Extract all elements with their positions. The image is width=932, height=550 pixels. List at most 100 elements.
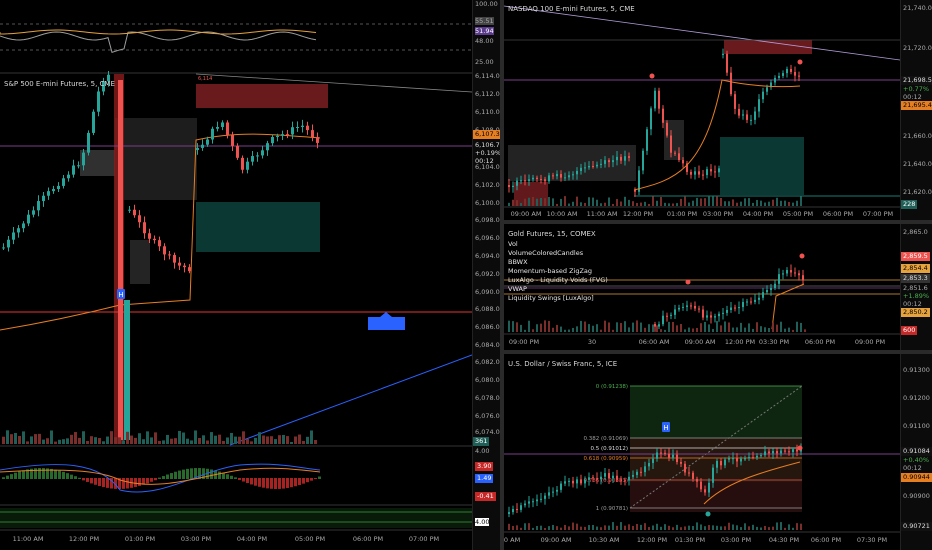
horizontal-pane-divider[interactable] [504, 220, 932, 224]
gc-candle [758, 297, 760, 300]
usdchf-chart-pane[interactable]: 0 (0.91238) 0.382 (0.91069) 0.5 (0.91012) 0… [504, 354, 900, 550]
horizontal-pane-divider[interactable] [504, 350, 932, 354]
sp-candle [236, 145, 239, 158]
nq-candle [654, 90, 656, 109]
nq-candle [628, 156, 630, 158]
nq-candle [798, 75, 800, 77]
price-axis-label: 21,640.00 [903, 160, 932, 168]
trend-line [504, 5, 900, 61]
nq-volume-bar [604, 202, 606, 206]
sp-volume-bar [10, 434, 13, 444]
uc-volume-bar [724, 526, 726, 530]
gc-candle [662, 315, 664, 325]
nq-volume-bar [732, 199, 734, 206]
nasdaq-chart-pane[interactable]: NASDAQ 100 E-mini Futures, 5, CME 09:00 … [504, 0, 900, 220]
gc-volume-bar [776, 324, 778, 332]
nq-candle [730, 72, 732, 95]
sp-volume-bar [222, 440, 225, 444]
sp-volume-bar [122, 440, 125, 444]
macd-histogram-bar [310, 478, 313, 481]
nasdaq-chart-title: NASDAQ 100 E-mini Futures, 5, CME [508, 5, 635, 13]
price-tag: 21,695.47 [901, 101, 932, 110]
sp-candle [183, 265, 186, 268]
gc-volume-bar [584, 321, 586, 332]
gc-volume-bar [784, 328, 786, 332]
gc-candle [706, 315, 708, 318]
fib-zone [630, 482, 802, 512]
gold-chart-pane[interactable]: Gold Futures, 15, COMEX Vol VolumeColored… [504, 224, 900, 350]
price-axis-label: 21,720.00 [903, 44, 932, 52]
gold-chart-canvas[interactable] [504, 224, 900, 350]
nasdaq-chart-canvas[interactable] [504, 0, 900, 220]
uc-volume-bar [792, 527, 794, 530]
vwap-line [771, 283, 805, 330]
macd-histogram-bar [154, 478, 157, 481]
uc-volume-bar [640, 524, 642, 530]
macd-histogram-bar [86, 478, 89, 482]
sp500-chart-pane[interactable]: H 6,114 S&P 500 E-mini Futures, 5, CME 11… [0, 0, 472, 550]
uc-volume-bar [508, 523, 510, 530]
uc-volume-bar [652, 525, 654, 530]
sp-candle [32, 210, 35, 215]
nq-candle [616, 156, 618, 161]
alert-label-pointer [380, 312, 392, 317]
uc-candle [552, 491, 554, 493]
macd-histogram-bar [94, 478, 97, 485]
gold-price-axis[interactable]: 2,865.0 2,859.5 2,854.4 2,853.3 2,851.6 +1.89… [900, 224, 932, 350]
time-axis-label: 10:30 AM [588, 536, 620, 544]
nq-volume-bar [532, 197, 534, 206]
macd-histogram-bar [58, 470, 61, 479]
sp-candle [306, 125, 309, 131]
uc-candle [540, 498, 542, 500]
uc-volume-bar [512, 525, 514, 530]
nq-candle [678, 153, 680, 161]
gc-volume-bar [756, 322, 758, 332]
uc-volume-bar [612, 522, 614, 530]
uc-candle [620, 479, 622, 481]
nasdaq-price-axis[interactable]: 21,740.0021,720.0021,698.50+0.77%00:1221… [900, 0, 932, 220]
usdchf-chart-canvas[interactable]: 0 (0.91238) 0.382 (0.91069) 0.5 (0.91012) 0… [504, 354, 900, 550]
uc-candle [644, 466, 646, 473]
gc-candle [658, 324, 660, 327]
nq-candle [556, 174, 558, 177]
gc-volume-bar [516, 322, 518, 332]
volume-tag: 600 [901, 326, 918, 335]
sp-volume-bar [18, 435, 21, 444]
uc-candle [664, 452, 666, 454]
nq-volume-bar [544, 198, 546, 206]
macd-histogram-bar [266, 478, 269, 489]
uc-candle [532, 501, 534, 503]
nq-volume-bar [792, 202, 794, 206]
gc-volume-bar [752, 328, 754, 332]
sp-candle [276, 135, 279, 137]
time-axis-label: 09:00 PM [854, 338, 886, 346]
uc-volume-bar [596, 526, 598, 530]
session-marker-label: H [663, 424, 668, 432]
usdchf-price-axis[interactable]: 0.91300 0.91200 0.91100 0.91084 +0.40% 00:12 0… [900, 354, 932, 550]
sp-volume-bar [38, 433, 41, 444]
sp500-price-axis[interactable]: 6,114.006,112.006,110.006,108.006,104.00… [472, 0, 506, 550]
sp-volume-bar [50, 430, 53, 444]
macd-histogram-bar [226, 474, 229, 479]
nq-volume-bar [728, 201, 730, 206]
time-axis-label: 11:00 AM [586, 210, 618, 218]
sp-volume-bar [270, 436, 273, 444]
nq-candle [758, 99, 760, 112]
oscillator-axis-label: 51.94 [475, 27, 494, 35]
uc-candle [788, 451, 790, 453]
uc-volume-bar [608, 525, 610, 530]
nq-volume-bar [668, 203, 670, 206]
vertical-pane-divider[interactable] [500, 0, 504, 550]
nq-candle [670, 135, 672, 153]
uc-candle [680, 462, 682, 464]
gc-candle [682, 306, 684, 308]
sp-volume-bar [298, 434, 301, 444]
uc-volume-bar [672, 527, 674, 530]
macd-histogram-bar [270, 478, 273, 489]
nq-volume-bar [684, 196, 686, 206]
sp-volume-bar [198, 437, 201, 444]
nq-candle [580, 167, 582, 171]
uc-volume-bar [584, 526, 586, 530]
sp-volume-bar [98, 438, 101, 444]
price-tag: 2,853.3 [901, 274, 930, 283]
